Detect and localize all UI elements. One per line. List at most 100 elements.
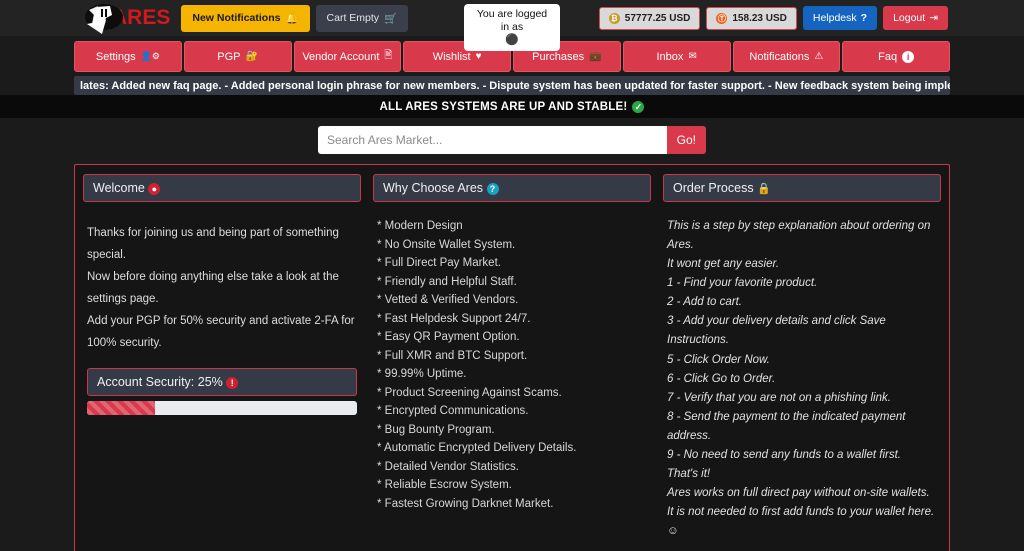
why-choose-list-item: * Fastest Growing Darknet Market. (377, 497, 554, 510)
new-notifications-label: New Notifications (192, 12, 281, 24)
nav-item-faq[interactable]: Faq i (842, 41, 950, 72)
search-band: Go! (0, 118, 1024, 164)
welcome-line: Now before doing anything else take a lo… (87, 271, 339, 306)
logout-button[interactable]: Logout ⇥ (883, 6, 948, 30)
balance-btc-amount: 57777.25 USD (624, 12, 691, 24)
welcome-panel-body: Thanks for joining us and being part of … (83, 202, 361, 416)
account-security-progress (87, 401, 357, 416)
nav-label: Wishlist (432, 50, 471, 63)
welcome-line: Thanks for joining us and being part of … (87, 227, 339, 262)
nav-label: Inbox (656, 50, 684, 63)
bitcoin-icon: ₿ (608, 12, 620, 24)
padlock-icon: 🔒 (757, 183, 771, 195)
top-bar: ARES New Notifications 🔔 Cart Empty 🛒 Yo… (0, 0, 1024, 51)
question-circle-icon: ? (486, 183, 499, 195)
order-process-list: This is a step by step explanation about… (667, 217, 937, 541)
welcome-text: Thanks for joining us and being part of … (87, 222, 357, 354)
why-choose-list-item: * Encrypted Communications. (377, 405, 529, 417)
balance-xmr: Ⓣ 158.23 USD (706, 6, 797, 30)
why-choose-list-item: * 99.99% Uptime. (377, 368, 467, 380)
why-choose-list-item: * Friendly and Helpful Staff. (377, 275, 517, 288)
order-process-line: 2 - Add to cart. (667, 296, 742, 309)
order-process-line: It wont get any easier. (667, 258, 780, 271)
why-choose-panel-body: * Modern Design * No Onsite Wallet System… (373, 202, 651, 513)
key-lock-icon: 🔐 (245, 51, 258, 62)
sign-out-icon: ⇥ (929, 12, 938, 24)
order-process-line: 1 - Find your favorite product. (667, 277, 818, 290)
order-process-line: 7 - Verify that you are not on a phishin… (667, 391, 891, 404)
question-mark-icon: ? (860, 12, 868, 24)
nav-label: Purchases (532, 50, 585, 63)
why-choose-list-item: * No Onsite Wallet System. (377, 238, 516, 251)
nav-item-vendor-account[interactable]: Vendor Account 🖹 (293, 41, 402, 72)
user-circle-icon: ⚫ (505, 34, 519, 47)
welcome-title: Welcome (93, 181, 145, 195)
order-process-panel-header: Order Process 🔒 (663, 174, 941, 202)
nav-item-settings[interactable]: Settings 👤⚙ (74, 41, 182, 72)
search-box: Go! (318, 126, 706, 154)
order-process-panel-body: This is a step by step explanation about… (663, 202, 941, 541)
user-circle-red-icon: ● (148, 183, 161, 195)
why-choose-panel-header: Why Choose Ares ? (373, 174, 651, 202)
topbar-right-group: ₿ 57777.25 USD Ⓣ 158.23 USD Helpdesk ? L… (598, 6, 948, 30)
account-security-progress-fill (87, 401, 155, 416)
info-circle-icon: i (902, 50, 915, 63)
why-choose-list-item: * Reliable Escrow System. (377, 479, 512, 491)
nav-label: PGP (217, 50, 241, 63)
why-choose-list-item: * Detailed Vendor Statistics. (377, 460, 519, 473)
nav-label: Settings (95, 50, 136, 63)
order-process-line: 9 - No need to send any funds to a walle… (667, 448, 901, 461)
why-choose-panel: Why Choose Ares ? * Modern Design * No On… (373, 174, 651, 541)
why-choose-list-item: * Modern Design (377, 220, 463, 232)
order-process-title: Order Process (673, 181, 754, 195)
exclamation-circle-icon: ! (226, 377, 239, 390)
nav-label: Faq (878, 50, 898, 63)
helpdesk-label: Helpdesk (812, 12, 857, 24)
nav-item-inbox[interactable]: Inbox ✉ (622, 41, 731, 72)
shopping-cart-icon: 🛒 (384, 12, 398, 25)
account-security-header: Account Security: 25% ! (87, 368, 357, 397)
balance-xmr-amount: 158.23 USD (732, 12, 787, 24)
order-process-line: It is not needed to first add funds to y… (667, 506, 935, 538)
heart-icon: ♥ (475, 51, 482, 62)
why-choose-list-item: * Automatic Encrypted Delivery Details. (377, 442, 577, 454)
why-choose-list: * Modern Design * No Onsite Wallet System… (377, 217, 647, 513)
nav-item-notifications[interactable]: Notifications ⚠ (732, 41, 841, 72)
announcement-ticker: lates: Added new faq page. - Added perso… (74, 76, 950, 95)
site-logo[interactable]: ARES (84, 1, 170, 35)
page-root: ARES New Notifications 🔔 Cart Empty 🛒 Yo… (0, 0, 1024, 551)
welcome-panel: Welcome ● Thanks for joining us and bein… (83, 174, 361, 541)
order-process-line: Ares works on full direct pay without on… (667, 487, 930, 500)
welcome-panel-header: Welcome ● (83, 174, 361, 202)
why-choose-list-item: * Full Direct Pay Market. (377, 257, 501, 269)
search-input[interactable] (318, 126, 667, 154)
nav-item-pgp[interactable]: PGP 🔐 (183, 41, 292, 72)
panels-row: Welcome ● Thanks for joining us and bein… (83, 174, 941, 541)
why-choose-list-item: * Product Screening Against Scams. (377, 386, 562, 399)
order-process-line: This is a step by step explanation about… (667, 220, 931, 252)
logged-in-text: You are logged in as (476, 8, 548, 34)
envelope-icon: ✉ (688, 51, 697, 62)
spartan-helmet-logo-icon (85, 4, 123, 34)
cart-label: Cart Empty (326, 12, 380, 24)
why-choose-list-item: * Full XMR and BTC Support. (377, 349, 528, 362)
search-go-button[interactable]: Go! (666, 126, 706, 154)
cart-button[interactable]: Cart Empty 🛒 (315, 4, 409, 32)
bell-icon: 🔔 (285, 12, 299, 25)
order-process-line: That's it! (667, 468, 711, 481)
order-process-panel: Order Process 🔒 This is a step by step e… (663, 174, 941, 541)
balance-btc: ₿ 57777.25 USD (598, 6, 701, 30)
why-choose-list-item: * Easy QR Payment Option. (377, 331, 520, 343)
logged-in-badge: You are logged in as ⚫ (464, 4, 560, 51)
main-panels-frame: Welcome ● Thanks for joining us and bein… (74, 164, 950, 551)
check-circle-icon: ✓ (632, 101, 645, 113)
briefcase-icon: 💼 (589, 51, 602, 62)
helpdesk-button[interactable]: Helpdesk ? (802, 6, 878, 30)
why-choose-list-item: * Bug Bounty Program. (377, 423, 495, 436)
system-status-line: ALL ARES SYSTEMS ARE UP AND STABLE! ✓ (0, 95, 1024, 118)
why-choose-title: Why Choose Ares (383, 181, 484, 195)
order-process-line: 5 - Click Order Now. (667, 353, 770, 366)
why-choose-list-item: * Vetted & Verified Vendors. (377, 294, 519, 306)
new-notifications-button[interactable]: New Notifications 🔔 (181, 4, 310, 32)
order-process-line: 3 - Add your delivery details and click … (667, 315, 886, 347)
